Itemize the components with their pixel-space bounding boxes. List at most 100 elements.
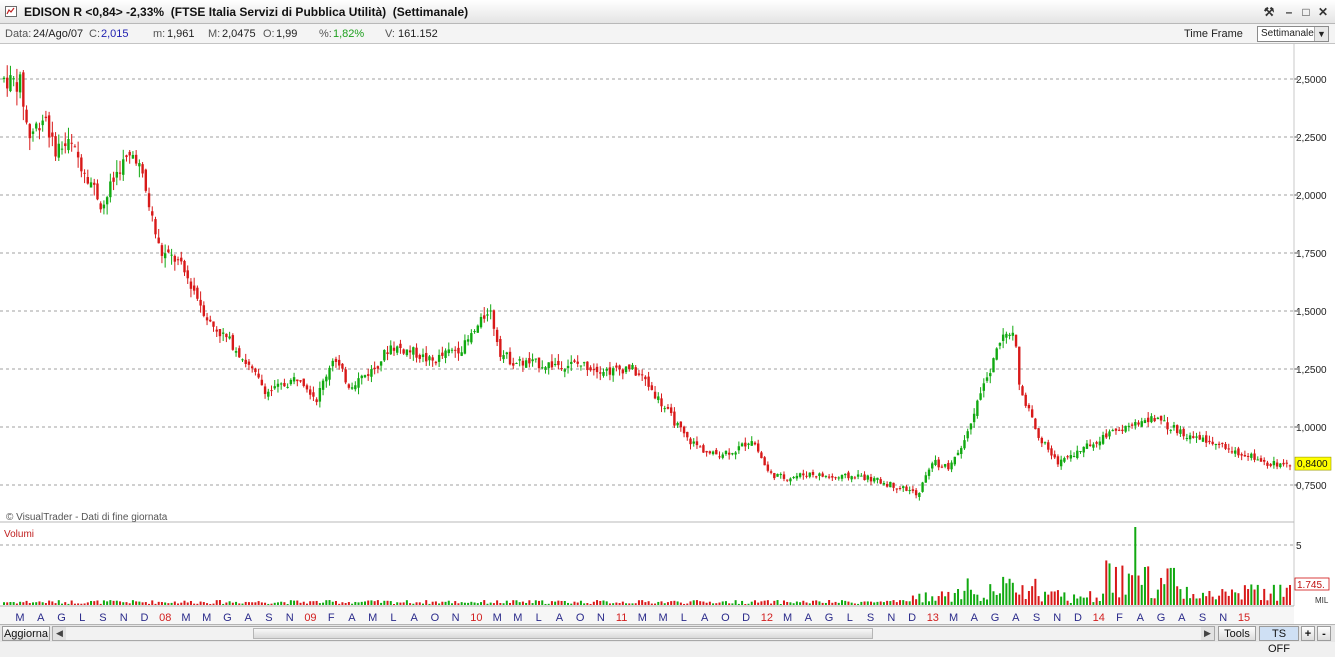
volume-bar bbox=[131, 600, 134, 605]
volume-bar bbox=[834, 601, 837, 605]
minimize-button[interactable]: – bbox=[1282, 5, 1296, 19]
candle-body bbox=[86, 177, 89, 184]
time-axis-label: G bbox=[57, 612, 66, 624]
time-scrollbar[interactable]: ◀ ▶ bbox=[52, 626, 1215, 641]
candle-body bbox=[12, 78, 15, 80]
scroll-right-icon[interactable]: ▶ bbox=[1201, 627, 1214, 640]
volume-bar bbox=[596, 600, 599, 605]
time-axis-label: N bbox=[1053, 612, 1061, 624]
candle-body bbox=[354, 385, 357, 390]
tools-icon[interactable]: ⚒ bbox=[1262, 5, 1276, 19]
volume-bar bbox=[583, 603, 586, 605]
volume-bar bbox=[931, 596, 934, 605]
candle-body bbox=[486, 314, 489, 316]
candle-body bbox=[634, 367, 637, 376]
candle-body bbox=[1253, 453, 1256, 460]
close-button[interactable]: ✕ bbox=[1316, 5, 1330, 19]
volume-bar bbox=[821, 602, 824, 605]
volume-bar bbox=[251, 602, 254, 605]
candle-body bbox=[873, 478, 876, 482]
window-titlebar: EDISON R <0,84> -2,33% (FTSE Italia Serv… bbox=[0, 0, 1335, 24]
timeframe-select[interactable]: Settimanale ▼ bbox=[1257, 26, 1329, 42]
candle-body bbox=[1279, 463, 1282, 468]
chevron-down-icon[interactable]: ▼ bbox=[1314, 27, 1328, 41]
candle-body bbox=[689, 438, 692, 445]
volume-bar bbox=[447, 600, 450, 605]
candle-body bbox=[163, 253, 167, 259]
candle-body bbox=[1211, 441, 1214, 445]
volume-bar bbox=[982, 597, 985, 605]
candle-body bbox=[528, 358, 531, 364]
volume-bar bbox=[19, 601, 22, 605]
candle-body bbox=[512, 363, 515, 366]
ts-off-button[interactable]: TS OFF bbox=[1259, 626, 1299, 655]
volume-bar bbox=[1282, 596, 1285, 605]
scroll-thumb[interactable] bbox=[253, 628, 873, 639]
candle-body bbox=[1043, 442, 1047, 444]
tools-button[interactable]: Tools bbox=[1218, 626, 1256, 641]
candle-body bbox=[937, 459, 940, 468]
time-axis-label: 15 bbox=[1238, 612, 1250, 624]
candle-body bbox=[202, 305, 206, 316]
candle-body bbox=[931, 463, 934, 469]
volume-bar bbox=[573, 601, 576, 605]
date-label: Data: bbox=[5, 28, 32, 40]
volume-bar bbox=[1259, 600, 1262, 605]
volume-bar bbox=[666, 602, 669, 605]
volume-bar bbox=[950, 601, 953, 605]
volume-bar bbox=[718, 602, 721, 605]
candle-body bbox=[847, 472, 850, 479]
candle-body bbox=[134, 154, 138, 164]
maximize-button[interactable]: □ bbox=[1299, 5, 1313, 19]
volume-bar bbox=[782, 600, 785, 605]
candle-body bbox=[138, 163, 141, 167]
time-axis-label: A bbox=[348, 612, 356, 624]
volume-bar bbox=[467, 602, 470, 605]
volume-bar bbox=[1247, 589, 1250, 605]
candle-body bbox=[109, 181, 112, 198]
volume-bar bbox=[670, 601, 673, 605]
volume-bar bbox=[605, 601, 608, 605]
time-axis-label: S bbox=[867, 612, 874, 624]
candle-body bbox=[341, 363, 344, 369]
candle-body bbox=[1205, 435, 1208, 443]
candle-body bbox=[895, 488, 898, 490]
volume-bar bbox=[805, 602, 808, 605]
volume-bar bbox=[1208, 590, 1211, 605]
open-value: 1,99 bbox=[276, 28, 298, 40]
volume-bar bbox=[399, 602, 402, 605]
time-axis-label: M bbox=[783, 612, 792, 624]
volume-bar bbox=[525, 602, 528, 605]
candle-body bbox=[147, 193, 151, 208]
candle-body bbox=[170, 254, 173, 256]
volume-bar bbox=[753, 600, 756, 605]
candle-body bbox=[270, 390, 273, 392]
scroll-left-icon[interactable]: ◀ bbox=[53, 627, 66, 640]
price-chart[interactable]: 2,5000 2,2500 2,0000 1,7500 1,5000 1,2500 1,00… bbox=[0, 44, 1335, 624]
candle-body bbox=[231, 335, 235, 350]
candle-body bbox=[766, 464, 770, 471]
candle-body bbox=[396, 346, 399, 353]
candle-body bbox=[818, 473, 821, 476]
volume-bar bbox=[576, 602, 579, 605]
volume-bar bbox=[870, 601, 873, 605]
candle-body bbox=[363, 375, 367, 378]
candle-body bbox=[918, 492, 921, 498]
candle-body bbox=[412, 347, 415, 355]
candle-body bbox=[960, 448, 963, 455]
volume-bar bbox=[708, 601, 711, 605]
candle-body bbox=[992, 358, 995, 373]
candle-body bbox=[985, 377, 989, 381]
candle-body bbox=[711, 451, 715, 455]
zoom-out-button[interactable]: - bbox=[1317, 626, 1331, 641]
candle-body bbox=[331, 360, 334, 367]
candle-body bbox=[492, 310, 496, 329]
candle-body bbox=[776, 473, 779, 477]
candle-body bbox=[1121, 429, 1124, 432]
volume-bar bbox=[966, 578, 969, 605]
aggiorna-button[interactable]: Aggiorna bbox=[2, 626, 50, 641]
zoom-in-button[interactable]: + bbox=[1301, 626, 1315, 641]
volume-bar bbox=[215, 600, 218, 605]
volume-bar bbox=[776, 600, 779, 605]
volume-bar bbox=[444, 601, 447, 605]
